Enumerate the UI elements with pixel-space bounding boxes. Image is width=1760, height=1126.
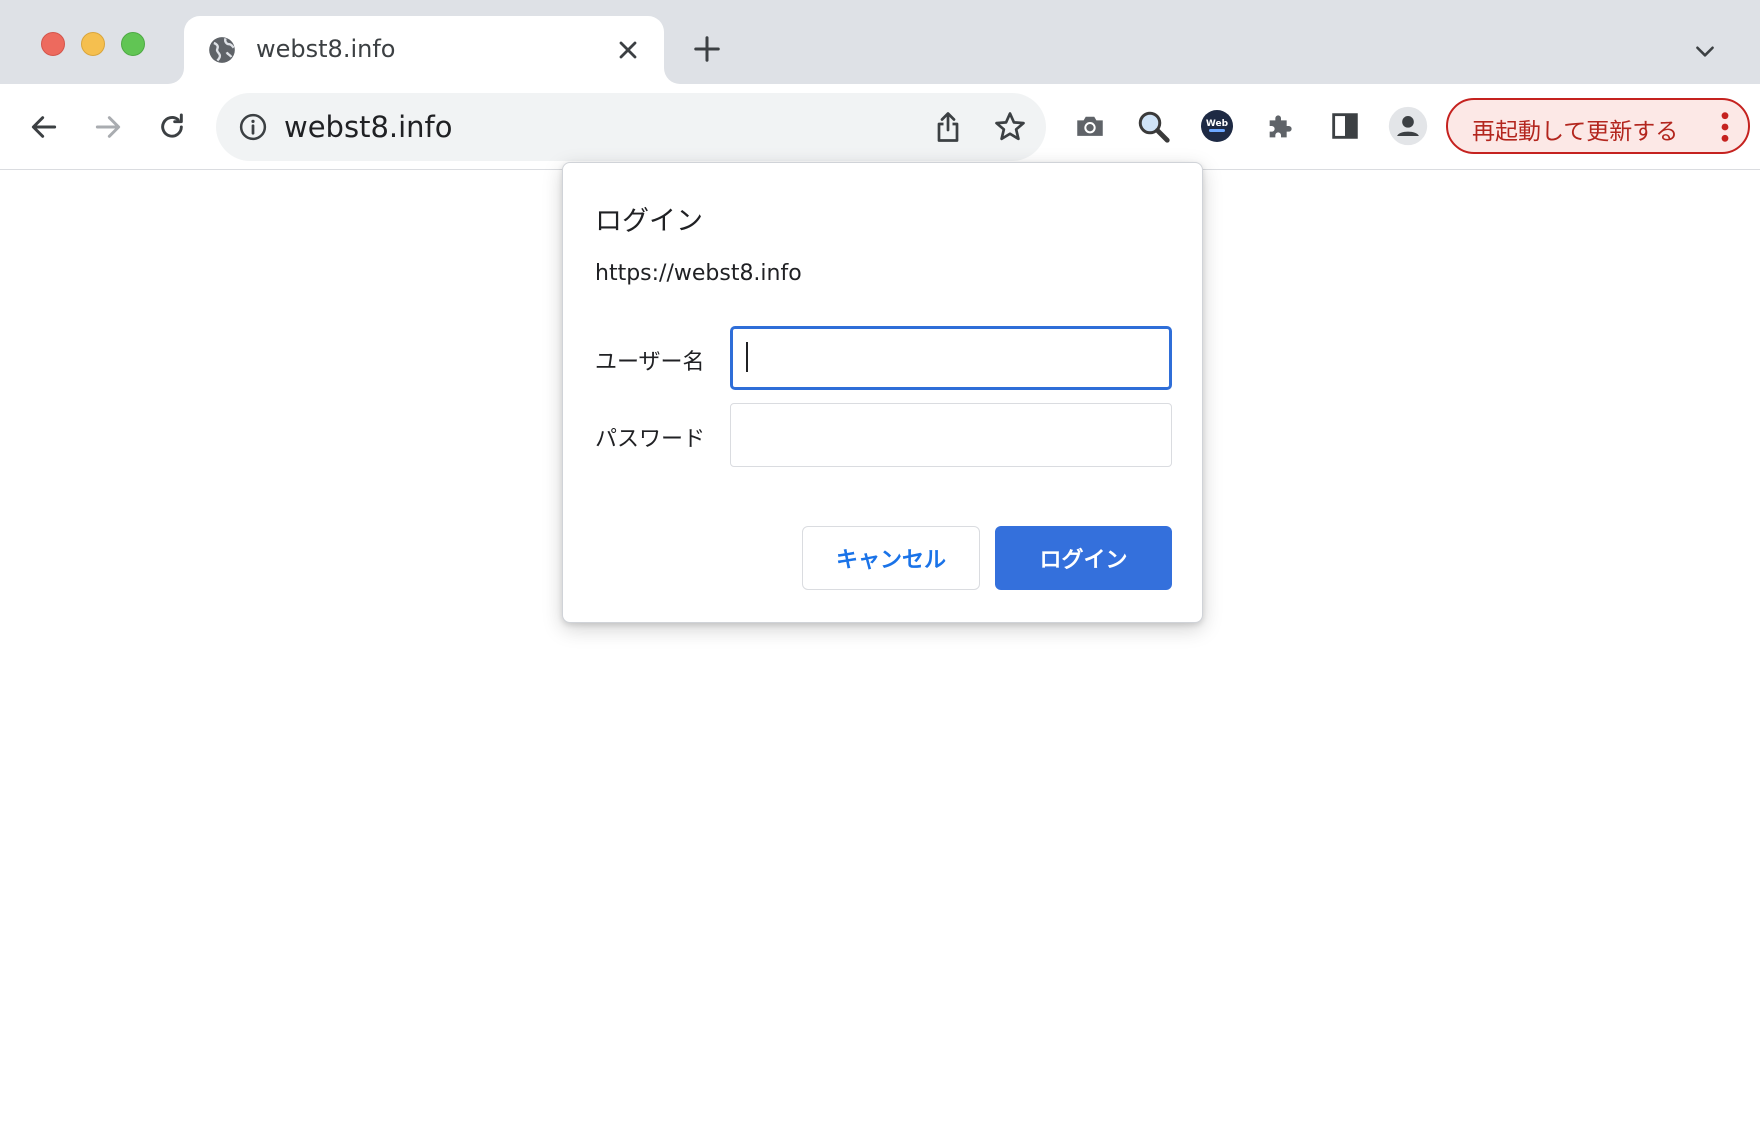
camera-icon [1077,116,1103,136]
tab-strip: webst8.info [0,0,1760,84]
webchatgpt-icon: Web [1201,110,1233,142]
zoom-window-button[interactable] [121,32,145,56]
username-input[interactable] [730,326,1172,390]
active-tab[interactable]: webst8.info [184,16,664,84]
new-tab-icon[interactable] [692,34,722,64]
search-extension-button[interactable] [1133,106,1173,146]
close-tab-icon[interactable] [614,36,642,64]
omnibox[interactable]: webst8.info [216,93,1046,161]
info-icon[interactable] [238,112,268,142]
url-text[interactable]: webst8.info [284,110,453,144]
back-button[interactable] [24,107,64,147]
tab-title: webst8.info [256,35,396,63]
bookmark-star-icon[interactable] [992,109,1028,145]
text-caret [746,342,748,372]
reload-icon [161,113,183,138]
login-button[interactable]: ログイン [995,526,1172,590]
toolbar: webst8.info Web 再起動して更新する [0,84,1760,170]
kebab-menu-icon[interactable] [1718,110,1732,144]
forward-button[interactable] [88,107,128,147]
cancel-button[interactable]: キャンセル [802,526,980,590]
minimize-window-button[interactable] [81,32,105,56]
puzzle-icon [1269,115,1292,138]
extension-badge-text: Web [1206,119,1229,129]
reload-button[interactable] [152,107,192,147]
arrow-left-icon [31,116,57,138]
screenshot-extension-button[interactable] [1070,106,1110,146]
username-label: ユーザー名 [595,350,705,375]
share-icon[interactable] [930,109,966,145]
side-panel-button[interactable] [1325,106,1365,146]
magnifier-icon [1138,111,1170,143]
login-dialog: ログイン https://webst8.info ユーザー名 パスワード キャン… [562,162,1203,623]
dialog-origin: https://webst8.info [595,261,802,286]
profile-button[interactable] [1388,106,1428,146]
dialog-title: ログイン [595,206,703,237]
arrow-right-icon [95,116,121,138]
password-label: パスワード [595,427,706,452]
restart-label: 再起動して更新する [1472,119,1679,145]
close-window-button[interactable] [41,32,65,56]
chevron-down-icon[interactable] [1692,38,1718,64]
password-input[interactable] [730,403,1172,467]
side-panel-icon [1332,113,1358,139]
webchatgpt-extension-button[interactable]: Web [1197,106,1237,146]
profile-icon [1388,106,1428,146]
globe-icon [209,37,235,63]
extensions-button[interactable] [1261,106,1301,146]
restart-to-update-button[interactable]: 再起動して更新する [1446,98,1750,154]
